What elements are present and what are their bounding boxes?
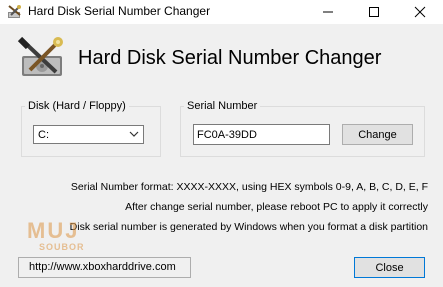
disk-select-value: C: <box>38 129 49 141</box>
info-generated: Disk serial number is generated by Windo… <box>69 221 428 233</box>
website-url[interactable]: http://www.xboxharddrive.com <box>29 261 176 273</box>
website-link[interactable]: http://www.xboxharddrive.com <box>18 257 191 278</box>
watermark-big-text: MUJ <box>27 218 80 243</box>
serial-number-group-label: Serial Number <box>187 100 258 112</box>
info-format: Serial Number format: XXXX-XXXX, using H… <box>70 181 428 193</box>
minimize-icon[interactable] <box>305 0 351 24</box>
disk-select[interactable]: C: <box>33 125 144 144</box>
maximize-icon[interactable] <box>351 0 397 24</box>
close-icon[interactable] <box>397 0 443 24</box>
app-heading: Hard Disk Serial Number Changer <box>78 47 382 69</box>
serial-number-input[interactable] <box>193 124 330 145</box>
tools-disk-icon <box>17 36 63 76</box>
disk-group-label: Disk (Hard / Floppy) <box>28 100 126 112</box>
window-title: Hard Disk Serial Number Changer <box>28 4 211 18</box>
watermark-small-text: SOUBOR <box>39 242 85 252</box>
app-icon <box>8 5 21 18</box>
chevron-down-icon <box>129 131 139 137</box>
info-reboot: After change serial number, please reboo… <box>125 201 428 213</box>
change-button[interactable]: Change <box>342 124 413 145</box>
title-bar: Hard Disk Serial Number Changer <box>0 0 443 24</box>
watermark-logo: MUJ SOUBOR <box>27 218 87 262</box>
close-button[interactable]: Close <box>354 257 425 278</box>
